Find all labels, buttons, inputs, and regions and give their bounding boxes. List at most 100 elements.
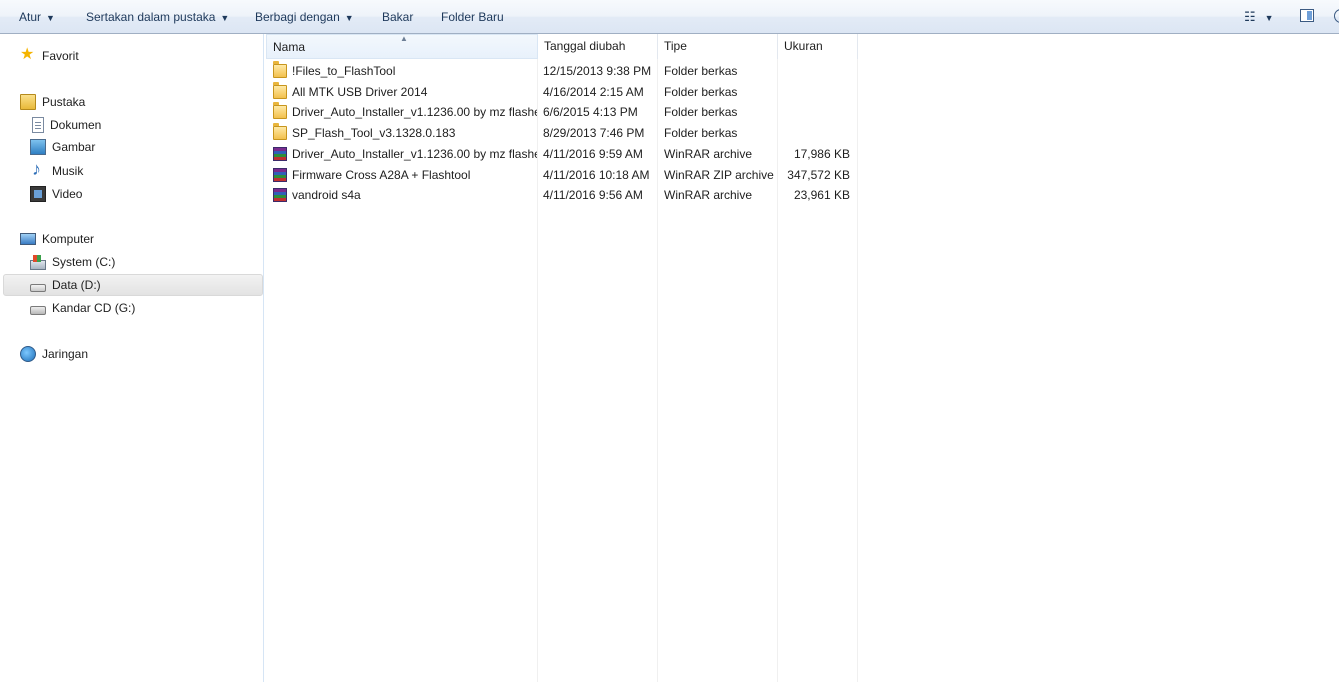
file-name: SP_Flash_Tool_v3.1328.0.183	[292, 126, 456, 141]
nav-item-label: Dokumen	[50, 118, 102, 132]
file-size: 347,572 KB	[787, 167, 850, 182]
file-name: Driver_Auto_Installer_v1.1236.00 by mz f…	[292, 146, 537, 161]
picture-icon	[30, 139, 46, 155]
file-type: Folder berkas	[664, 84, 738, 99]
file-name: !Files_to_FlashTool	[292, 64, 396, 78]
system-drive-icon	[30, 254, 46, 270]
cd-drive-icon	[30, 306, 46, 315]
file-size	[780, 61, 850, 81]
new-folder-button[interactable]: Folder Baru	[441, 9, 504, 25]
file-type: Folder berkas	[664, 105, 738, 120]
file-name-cell: All MTK USB Driver 2014	[273, 81, 537, 102]
include-in-library-label: Sertakan dalam pustaka	[86, 10, 216, 24]
nav-item-label: Pustaka	[42, 95, 86, 109]
star-icon	[20, 45, 36, 65]
file-row[interactable]: SP_Flash_Tool_v3.1328.0.183 8/29/2013 7:4…	[265, 123, 857, 143]
nav-item-favorites[interactable]: Favorit	[20, 45, 79, 66]
file-name-cell: SP_Flash_Tool_v3.1328.0.183	[273, 123, 537, 143]
share-with-button[interactable]: Berbagi dengan ▼	[255, 9, 354, 25]
nav-item-label: Komputer	[42, 232, 95, 246]
file-name-cell: Firmware Cross A28A + Flashtool	[273, 165, 537, 185]
nav-item-libraries[interactable]: Pustaka	[20, 92, 85, 112]
file-date: 8/29/2013 7:46 PM	[543, 126, 645, 141]
nav-item-data-drive[interactable]: Data (D:)	[30, 275, 101, 295]
nav-item-network[interactable]: Jaringan	[20, 344, 88, 364]
file-type: Folder berkas	[664, 126, 738, 141]
folder-icon	[273, 102, 287, 120]
hard-drive-icon	[30, 284, 46, 292]
organize-label: Atur	[19, 10, 42, 24]
file-size	[780, 102, 850, 122]
chevron-down-icon: ▼	[46, 13, 55, 23]
document-icon	[32, 117, 44, 133]
music-icon	[30, 159, 46, 179]
organize-button[interactable]: Atur ▼	[19, 9, 55, 25]
nav-item-system-drive[interactable]: System (C:)	[30, 252, 115, 272]
column-header-name[interactable]: ▲ Nama	[266, 34, 538, 59]
file-name-cell: Driver_Auto_Installer_v1.1236.00 by mz f…	[273, 102, 537, 122]
file-type: WinRAR archive	[664, 146, 753, 161]
nav-item-label: Gambar	[52, 140, 96, 154]
nav-item-computer[interactable]: Komputer	[20, 229, 94, 249]
file-row[interactable]: All MTK USB Driver 2014 4/16/2014 2:15 AM…	[265, 81, 857, 102]
nav-item-cd-drive[interactable]: Kandar CD (G:)	[30, 298, 135, 318]
file-date: 4/11/2016 9:59 AM	[543, 146, 643, 161]
winrar-archive-icon	[273, 167, 287, 182]
burn-button[interactable]: Bakar	[382, 9, 413, 25]
file-date: 6/6/2015 4:13 PM	[543, 105, 638, 120]
share-with-label: Berbagi dengan	[255, 10, 340, 24]
file-size	[780, 123, 850, 143]
library-icon	[20, 94, 36, 110]
nav-item-videos[interactable]: Video	[30, 184, 82, 204]
file-name-cell: Driver_Auto_Installer_v1.1236.00 by mz f…	[273, 144, 537, 164]
file-date: 4/11/2016 10:18 AM	[543, 167, 650, 182]
nav-item-music[interactable]: Musik	[30, 159, 84, 181]
nav-item-label: Musik	[52, 164, 84, 178]
include-in-library-button[interactable]: Sertakan dalam pustaka ▼	[86, 9, 229, 25]
sort-ascending-icon: ▲	[400, 34, 408, 43]
file-row[interactable]: !Files_to_FlashTool 12/15/2013 9:38 PM Fol…	[265, 61, 857, 81]
column-header-type[interactable]: Tipe	[658, 34, 778, 59]
file-date: 4/11/2016 9:56 AM	[543, 188, 643, 203]
folder-icon	[273, 61, 287, 78]
help-icon[interactable]	[1334, 9, 1339, 23]
nav-item-label: Video	[52, 187, 83, 201]
column-divider	[857, 59, 858, 682]
file-row[interactable]: vandroid s4a 4/11/2016 9:56 AM WinRAR arch…	[265, 185, 857, 205]
file-row[interactable]: Driver_Auto_Installer_v1.1236.00 by mz f…	[265, 144, 857, 164]
column-header-label: Nama	[273, 40, 306, 54]
winrar-archive-icon	[273, 146, 287, 161]
chevron-down-icon: ▼	[220, 13, 230, 23]
file-type: WinRAR archive	[664, 188, 753, 203]
column-header-size[interactable]: Ukuran	[778, 34, 858, 59]
nav-item-label: Data (D:)	[52, 278, 101, 292]
nav-item-pictures[interactable]: Gambar	[30, 137, 95, 157]
folder-icon	[273, 123, 287, 141]
column-header-label: Tanggal diubah	[544, 39, 626, 53]
file-name-cell: vandroid s4a	[273, 185, 537, 205]
file-name: All MTK USB Driver 2014	[292, 84, 428, 99]
chevron-down-icon[interactable]: ▼	[1265, 13, 1274, 23]
file-row[interactable]: Firmware Cross A28A + Flashtool 4/11/2016…	[265, 165, 857, 185]
preview-pane-icon[interactable]	[1300, 9, 1314, 22]
file-name: Driver_Auto_Installer_v1.1236.00 by mz f…	[292, 105, 537, 120]
folder-icon	[273, 81, 287, 99]
view-options-icon[interactable]: ☷ ▼	[1244, 9, 1274, 25]
command-bar: Atur ▼ Sertakan dalam pustaka ▼ Berbagi de…	[0, 0, 1339, 34]
file-name-cell: !Files_to_FlashTool	[273, 61, 537, 81]
file-type: WinRAR ZIP archive	[664, 167, 774, 182]
nav-item-documents[interactable]: Dokumen	[30, 115, 101, 135]
column-header-label: Ukuran	[784, 39, 823, 53]
file-size	[780, 82, 850, 102]
nav-item-label: System (C:)	[52, 255, 116, 269]
file-size: 17,986 KB	[793, 146, 850, 161]
winrar-archive-icon	[273, 188, 287, 203]
navigation-pane: Favorit Pustaka Dokumen Gambar Musik Vid…	[0, 34, 264, 682]
nav-item-label: Jaringan	[42, 347, 89, 361]
computer-icon	[20, 233, 36, 245]
file-name: vandroid s4a	[292, 188, 361, 203]
nav-item-label: Kandar CD (G:)	[52, 301, 136, 315]
file-row[interactable]: Driver_Auto_Installer_v1.1236.00 by mz f…	[265, 102, 857, 122]
file-type: Folder berkas	[664, 64, 738, 78]
column-header-date[interactable]: Tanggal diubah	[538, 34, 658, 59]
